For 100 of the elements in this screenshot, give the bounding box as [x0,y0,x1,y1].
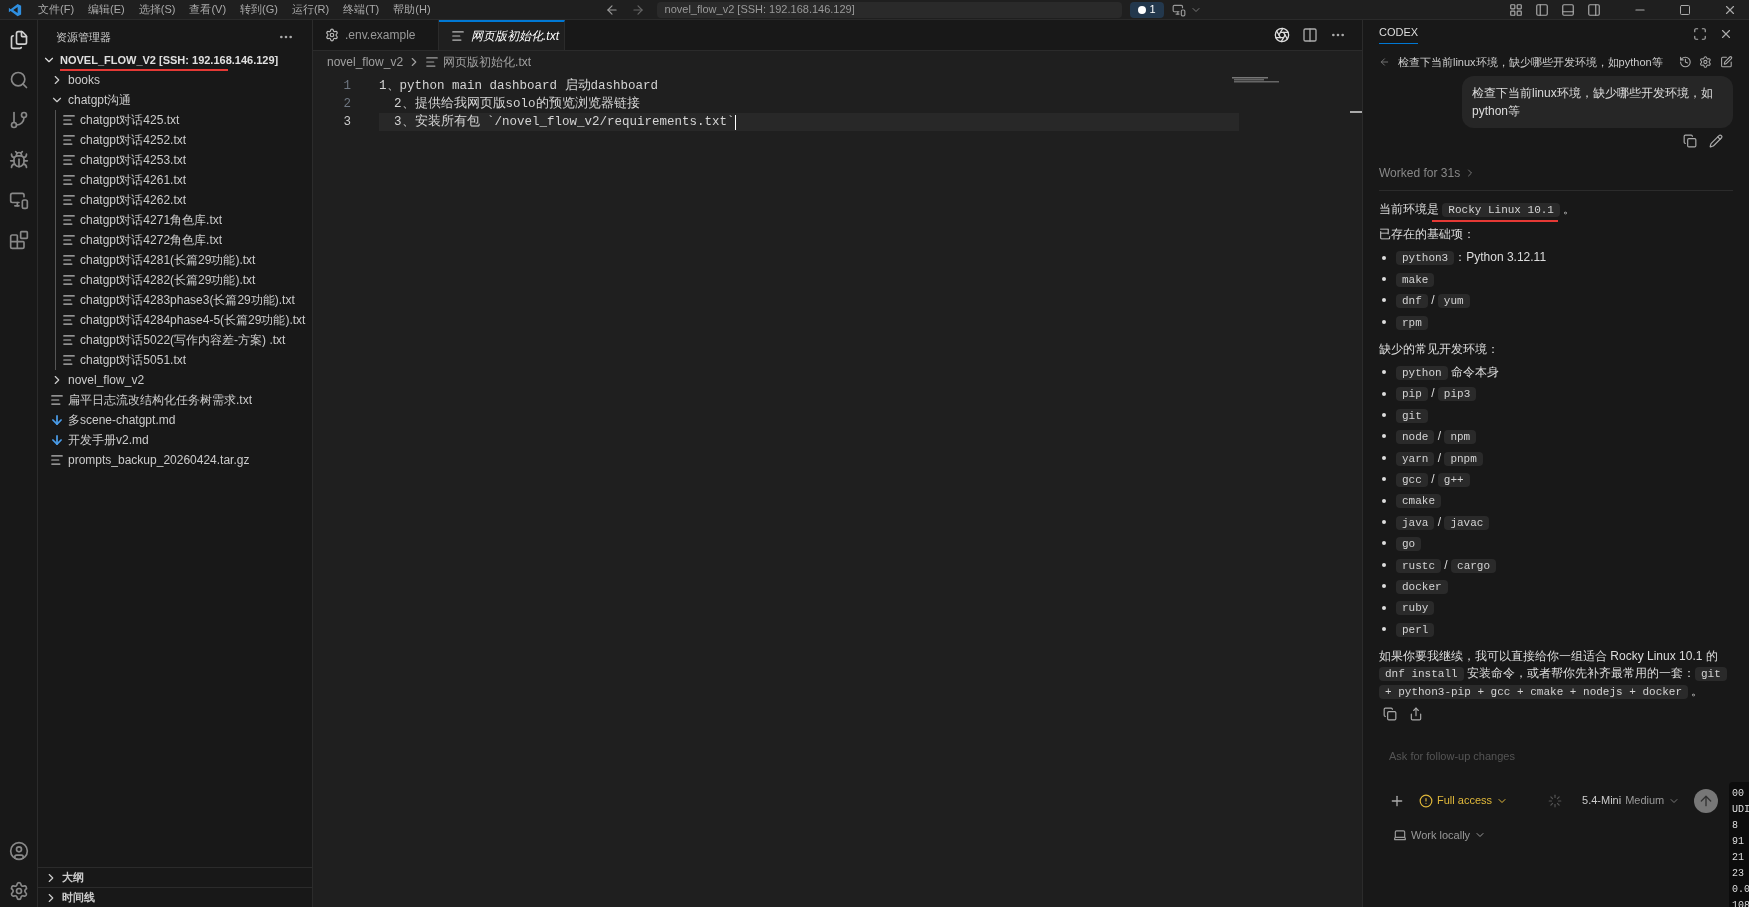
history-icon[interactable] [1678,55,1692,69]
bullet-icon [1382,319,1386,324]
lines-icon [62,233,76,247]
tree-item[interactable]: chatgpt对话4262.txt [56,190,312,210]
menu-item[interactable]: 选择(S) [138,1,176,18]
tree-item[interactable]: chatgpt对话4253.txt [56,150,312,170]
send-button[interactable] [1694,788,1719,813]
panel-left-icon[interactable] [1535,2,1549,17]
section-header[interactable]: 时间线 [38,887,312,907]
tree-item[interactable]: chatgpt对话5051.txt [56,350,312,370]
list-item-text: python3 ：Python 3.12.11 [1396,248,1547,267]
lines-icon [62,193,76,207]
inline-code: javac [1444,515,1490,530]
tree-item[interactable]: chatgpt对话5022(写作内容差-方案) .txt [56,330,312,350]
list-item-text: rustc / cargo [1396,555,1497,575]
tree-item[interactable]: prompts_backup_20260424.tar.gz [38,450,312,470]
inline-code: rpm [1396,315,1428,330]
menu-item[interactable]: 查看(V) [189,1,227,18]
inline-code: pnpm [1444,451,1483,466]
split-editor-icon[interactable] [1302,27,1318,43]
remote-explorer-icon[interactable] [8,190,29,210]
tree-item[interactable]: 多scene-chatgpt.md [38,410,312,430]
section-header[interactable]: 大纲 [38,867,312,887]
restore-icon[interactable] [1679,3,1691,16]
maximize-icon[interactable] [1693,27,1707,41]
terminal-text: 23 [1732,867,1745,881]
bullet-icon [1382,498,1386,503]
bullet-icon [1382,298,1386,303]
code-line: 1、python main dashboard 启动dashboard [379,77,660,95]
lines-icon [50,393,64,407]
access-dropdown[interactable]: Full access [1419,792,1509,809]
minimap-drawing [1232,77,1282,83]
tree-item[interactable]: chatgpt对话4284phase4-5(长篇29功能).txt [56,310,312,330]
command-center[interactable]: novel_flow_v2 [SSH: 192.168.146.129] [656,1,1122,18]
panel-title: 资源管理器 [56,29,111,45]
settings-icon[interactable] [8,881,29,901]
menu-item[interactable]: 文件(F) [38,1,75,18]
copy-icon[interactable] [1683,134,1697,148]
bug-icon[interactable] [8,150,29,170]
copy-icon[interactable] [1383,706,1397,721]
tree-item[interactable]: books [38,70,312,90]
bullet-icon [1382,391,1386,396]
menu-item[interactable]: 编辑(E) [88,1,125,18]
input-field[interactable]: Ask for follow-up changes [1379,742,1669,769]
notification-badge[interactable]: 1 [1129,1,1164,18]
search-icon[interactable] [8,70,29,90]
account-icon[interactable] [8,841,29,861]
tree-item[interactable]: chatgpt对话4281(长篇29功能).txt [56,250,312,270]
back-arrow-icon[interactable] [604,2,619,17]
remote-icon[interactable] [1171,2,1186,17]
panel-right-icon[interactable] [1587,2,1601,17]
edit-icon[interactable] [1709,134,1723,148]
layout-icon[interactable] [1509,2,1523,17]
app-logo-icon [8,2,22,17]
breadcrumb-item[interactable]: 网页版初始化.txt [443,53,532,71]
model-dropdown[interactable]: 5.4-Mini Medium [1582,792,1681,809]
inline-code: rustc [1396,558,1441,573]
tree-item[interactable]: novel_flow_v2 [38,370,312,390]
panel-bottom-icon[interactable] [1561,2,1575,17]
tree-item[interactable]: chatgpt对话4272角色库.txt [56,230,312,250]
tree-item[interactable]: 开发手册v2.md [38,430,312,450]
list-item-text: pip / pip3 [1396,384,1477,403]
new-chat-icon[interactable] [1720,55,1733,69]
list-item-text: node / npm [1396,427,1477,446]
tree-item[interactable]: chatgpt沟通 [38,90,312,110]
location-dropdown[interactable]: Work locally [1393,826,1733,844]
bullet-icon [1382,520,1386,524]
menu-item[interactable]: 终端(T) [343,1,380,18]
list-item-text: java / javac [1396,512,1490,532]
inline-code: dnf install [1379,666,1464,681]
tree-item[interactable]: 扁平日志流改结构化任务树需求.txt [38,390,312,410]
breadcrumb-item[interactable]: novel_flow_v2 [327,53,404,71]
tree-item[interactable]: chatgpt对话4261.txt [56,170,312,190]
settings-icon[interactable] [1699,55,1713,69]
share-icon[interactable] [1409,706,1423,721]
code-line: 2、提供给我网页版solo的预览浏览器链接 [393,95,641,113]
back-arrow-icon[interactable] [1379,56,1390,68]
tree-item[interactable]: chatgpt对话4282(长篇29功能).txt [56,270,312,290]
panel-tab[interactable]: CODEX [1379,24,1419,44]
forward-arrow-icon[interactable] [630,2,645,17]
menu-item[interactable]: 帮助(H) [393,1,431,18]
branch-icon[interactable] [8,110,29,130]
bullet-icon [1382,255,1386,260]
tree-item[interactable]: chatgpt对话4252.txt [56,130,312,150]
tree-item[interactable]: chatgpt对话425.txt [56,110,312,130]
menu-item[interactable]: 转到(G) [240,1,278,18]
line-number: 3 [342,113,352,131]
menu-item[interactable]: 运行(R) [291,1,330,18]
list-item-text: yarn / pnpm [1396,448,1483,468]
close-icon[interactable] [1719,27,1733,41]
extensions-icon[interactable] [8,230,29,250]
worked-label[interactable]: Worked for 31s [1379,164,1461,182]
spinner-icon [1548,793,1563,808]
tree-item[interactable]: chatgpt对话4271角色库.txt [56,210,312,230]
files-icon[interactable] [8,30,29,50]
list-item-text: gcc / g++ [1396,469,1470,489]
tree-item[interactable]: chatgpt对话4283phase3(长篇29功能).txt [56,290,312,310]
tree-item[interactable]: NOVEL_FLOW_V2 [SSH: 192.168.146.129] [38,50,312,70]
inline-code: Rocky Linux 10.1 [1442,203,1560,217]
editor-tab[interactable]: 网页版初始化.txt [439,20,565,50]
